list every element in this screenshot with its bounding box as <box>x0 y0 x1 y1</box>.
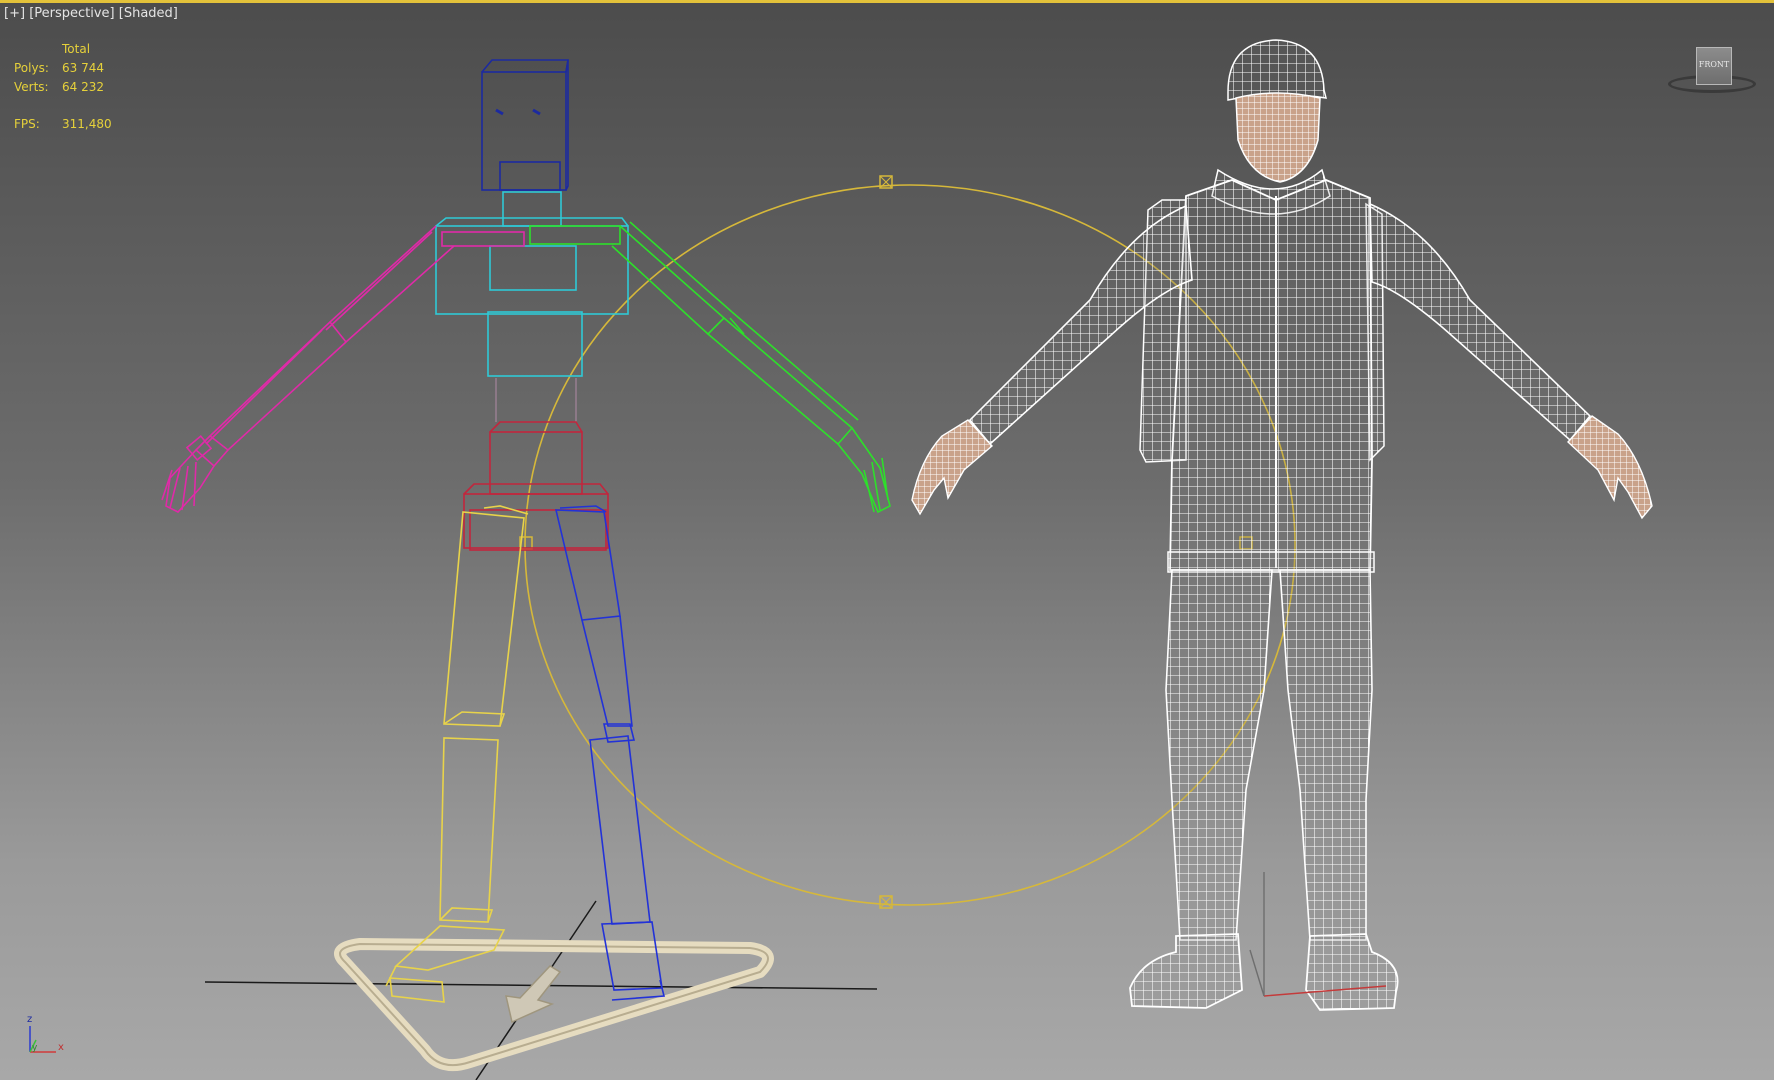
axis-label-x: x <box>58 1042 64 1053</box>
viewcube[interactable]: FRONT <box>1668 45 1756 95</box>
biped-left-leg <box>385 505 529 1003</box>
biped-left-arm <box>161 225 525 513</box>
character-mesh[interactable] <box>911 39 1653 1011</box>
scene-canvas[interactable]: z y x <box>0 0 1774 1080</box>
viewcube-front-face[interactable]: FRONT <box>1696 47 1732 85</box>
biped-right-leg <box>554 505 666 1001</box>
biped-pelvis <box>463 421 609 551</box>
biped-head <box>481 59 569 191</box>
axis-label-z: z <box>27 1014 32 1025</box>
biped-root-footsteps[interactable] <box>334 938 774 1071</box>
world-axis-tripod: z y x <box>27 1014 64 1053</box>
axis-label-y: y <box>32 1043 38 1053</box>
biped-right-arm <box>529 221 891 514</box>
